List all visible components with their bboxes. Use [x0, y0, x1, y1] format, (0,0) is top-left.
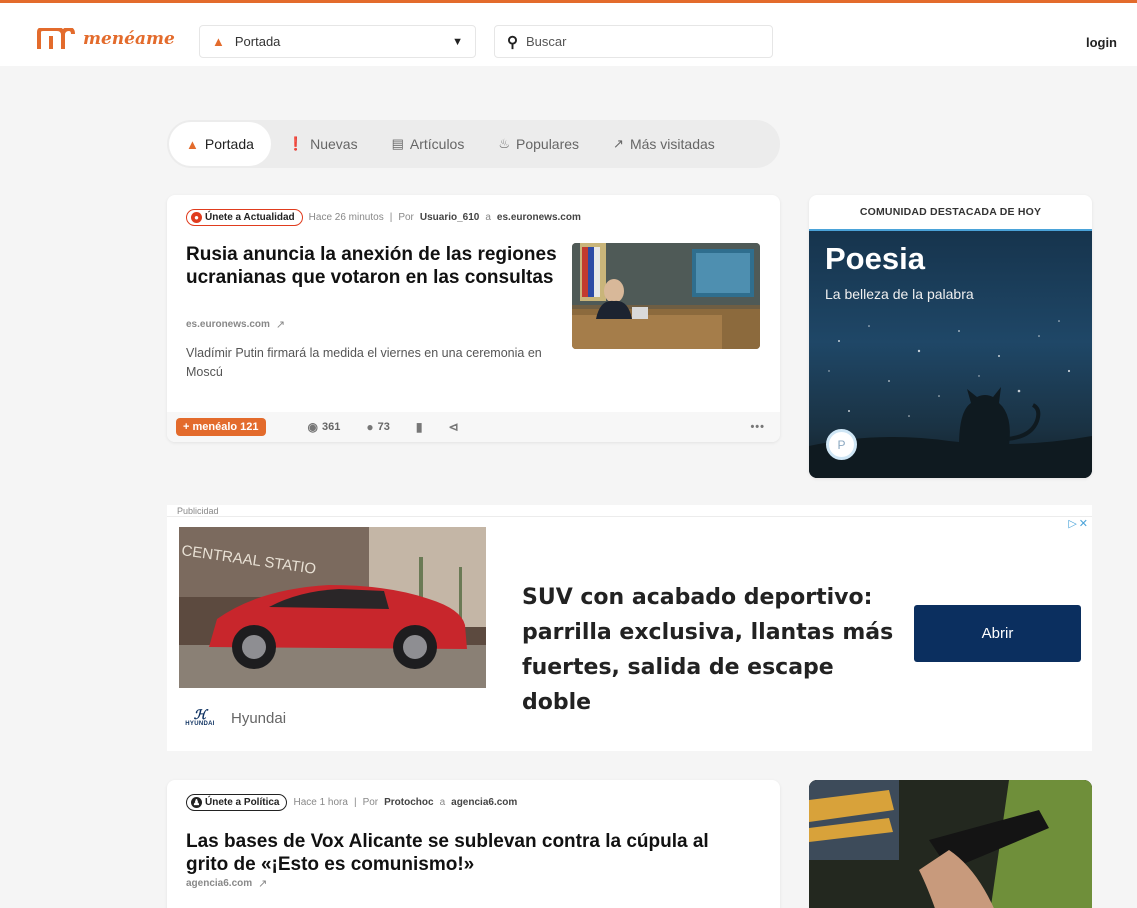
meta-a: a [439, 797, 446, 808]
tab-label: Nuevas [310, 136, 358, 152]
brand-name: menéame [83, 29, 175, 49]
story-time: Hace 26 minutos [308, 212, 384, 223]
bookmark-button[interactable]: ▮ [416, 420, 423, 434]
hyundai-logo-mark: ℋ [193, 707, 207, 722]
meta-separator: | [389, 212, 393, 223]
join-community-button[interactable]: ● Únete a Actualidad [186, 209, 303, 226]
adchoices-icon: ▷ [1068, 518, 1077, 530]
section-tabs: ▲ Portada ❗ Nuevas ▤ Artículos ♨ Popular… [167, 120, 780, 168]
story-actions: + menéalo 121 ◉ 361 ● 73 ▮ ⊲ ••• [167, 412, 780, 442]
comment-icon: ● [366, 420, 374, 434]
share-icon: ⊲ [448, 420, 459, 434]
document-icon: ▤ [391, 136, 404, 151]
ad-choices[interactable]: ▷ ✕ [1068, 517, 1088, 530]
community-avatar: P [826, 429, 857, 460]
ad-open-button[interactable]: Abrir [914, 605, 1081, 662]
story-thumbnail-image [809, 780, 1092, 908]
story-user-link[interactable]: Usuario_610 [420, 212, 479, 223]
story-card: ♟ Únete a Política Hace 1 hora | Por Pro… [167, 780, 780, 908]
search-input[interactable]: ⚲ Buscar [494, 25, 773, 58]
community-name: Poesia [825, 241, 925, 276]
globe-icon: ● [191, 212, 202, 223]
story-meta: ● Únete a Actualidad Hace 26 minutos | P… [186, 209, 581, 226]
home-icon: ▲ [186, 136, 199, 152]
section-select[interactable]: ▲ Portada ▼ [199, 25, 476, 58]
person-icon: ♟ [191, 797, 202, 808]
ad-divider [167, 516, 1092, 517]
tab-label: Artículos [409, 136, 465, 152]
top-bar: menéame ▲ Portada ▼ ⚲ Buscar login [0, 0, 1137, 66]
ad-car-image: CENTRAAL STATIO [179, 527, 486, 688]
meta-separator: | [353, 797, 357, 808]
meta-por: Por [398, 212, 414, 223]
comments-button[interactable]: ● 73 [366, 420, 390, 434]
ad-headline[interactable]: SUV con acabado deportivo: parrilla excl… [522, 580, 902, 720]
search-icon: ⚲ [507, 33, 518, 51]
story-card: ● Únete a Actualidad Hace 26 minutos | P… [167, 195, 780, 442]
hyundai-logo-icon: ℋ HYUNDAI [182, 705, 218, 731]
featured-community-card[interactable]: COMUNIDAD DESTACADA DE HOY Poesia La bel… [809, 195, 1092, 478]
more-options-button[interactable]: ••• [750, 421, 765, 433]
tab-mas-visitadas[interactable]: ↗ Más visitadas [596, 122, 732, 166]
meta-a: a [485, 212, 491, 223]
tab-label: Más visitadas [629, 136, 715, 152]
views-value: 361 [322, 421, 341, 433]
share-button[interactable]: ⊲ [448, 420, 458, 434]
story-meta: ♟ Únete a Política Hace 1 hora | Por Pro… [186, 794, 517, 811]
tab-populares[interactable]: ♨ Populares [481, 122, 596, 166]
tab-label: Populares [516, 136, 580, 152]
chevron-down-icon: ▼ [452, 35, 463, 48]
story-thumbnail[interactable] [572, 243, 760, 349]
join-label: Únete a Política [205, 797, 280, 808]
story-summary: Vladímir Putin firmará la medida el vier… [186, 346, 542, 379]
story-headline[interactable]: Las bases de Vox Alicante se sublevan co… [186, 830, 746, 876]
story-time: Hace 1 hora [293, 797, 348, 808]
menealo-button[interactable]: + menéalo 121 [176, 418, 266, 436]
comments-value: 73 [377, 421, 390, 433]
advertisement: Publicidad ▷ ✕ CENTRAAL STATIO SUV con a… [167, 505, 1092, 751]
story-thumbnail-image [572, 243, 760, 349]
bookmark-icon: ▮ [415, 420, 423, 434]
search-placeholder: Buscar [526, 34, 567, 49]
alert-circle-icon: ❗ [287, 136, 305, 151]
join-community-button[interactable]: ♟ Únete a Política [186, 794, 288, 811]
hyundai-logo-text: HYUNDAI [185, 721, 215, 727]
story-user-link[interactable]: Protochoc [384, 797, 433, 808]
logo[interactable]: menéame [37, 28, 175, 50]
tab-articulos[interactable]: ▤ Artículos [375, 122, 482, 166]
story-headline[interactable]: Rusia anuncia la anexión de las regiones… [186, 243, 561, 289]
story-domain-link[interactable]: es.euronews.com [497, 212, 581, 223]
tab-nuevas[interactable]: ❗ Nuevas [271, 122, 375, 166]
story-source[interactable]: es.euronews.com ↗ [186, 318, 285, 331]
ad-label: Publicidad [177, 506, 219, 516]
story-thumbnail[interactable] [809, 780, 1092, 908]
section-select-value: Portada [234, 34, 281, 49]
flame-icon: ♨ [498, 136, 510, 151]
trend-arrow-icon: ↗ [613, 136, 624, 151]
join-label: Únete a Actualidad [205, 212, 295, 223]
story-source-label: agencia6.com [186, 878, 253, 889]
community-description: La belleza de la palabra [825, 286, 974, 302]
login-link[interactable]: login [1086, 35, 1117, 50]
home-icon: ▲ [212, 34, 225, 49]
ad-image[interactable]: CENTRAAL STATIO [179, 527, 486, 688]
tab-label: Portada [204, 136, 254, 152]
eye-icon: ◉ [307, 420, 319, 434]
story-domain-link[interactable]: agencia6.com [451, 797, 517, 808]
tab-portada[interactable]: ▲ Portada [169, 122, 271, 166]
ad-brand[interactable]: ℋ HYUNDAI Hyundai [182, 705, 286, 731]
close-icon[interactable]: ✕ [1079, 517, 1088, 530]
story-source-label: es.euronews.com [186, 319, 270, 330]
external-link-icon: ↗ [258, 878, 268, 890]
external-link-icon: ↗ [275, 319, 286, 331]
story-source[interactable]: agencia6.com ↗ [186, 877, 267, 890]
community-banner: Poesia La belleza de la palabra P [809, 229, 1092, 478]
ad-brand-name: Hyundai [231, 709, 287, 727]
meta-por: Por [362, 797, 379, 808]
views-count: ◉ 361 [308, 420, 341, 434]
meneame-logo-icon [37, 28, 75, 49]
featured-community-header: COMUNIDAD DESTACADA DE HOY [859, 206, 1042, 218]
